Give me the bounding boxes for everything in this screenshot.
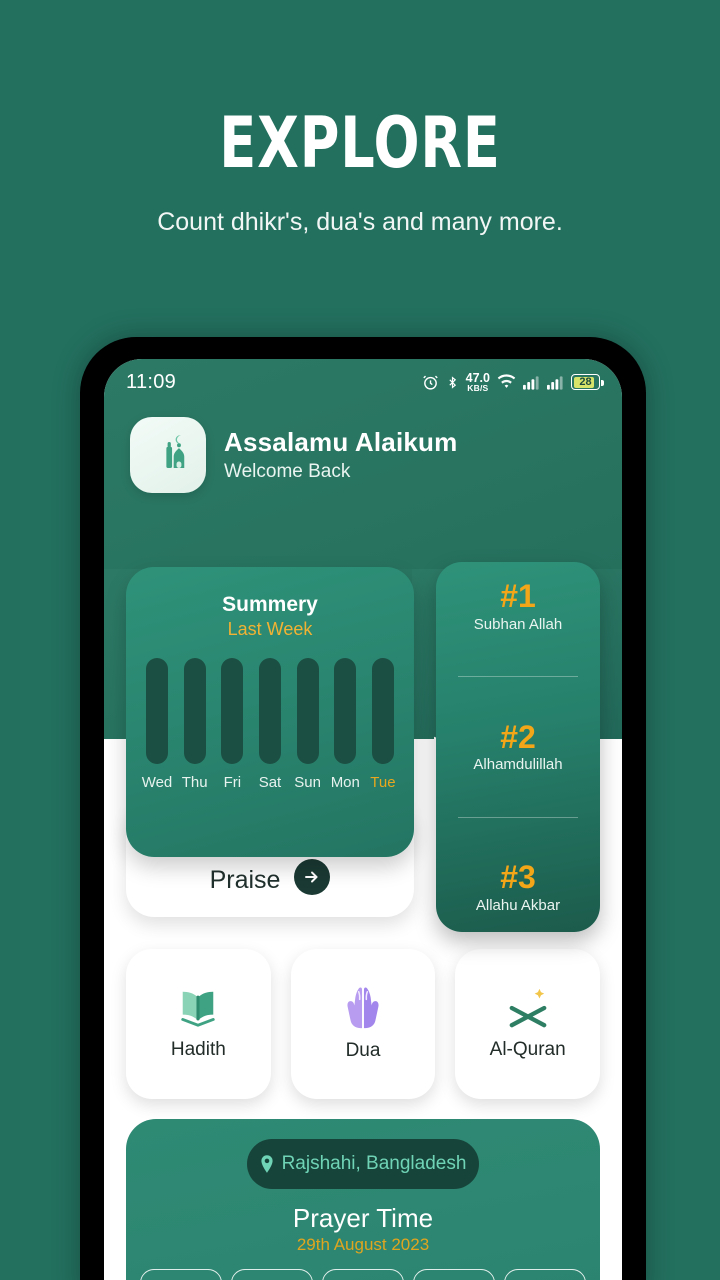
crescent-mosque-icon <box>148 433 185 477</box>
status-bar: 11:09 47.0 KB/S 28 <box>104 359 622 405</box>
rank-item[interactable]: #3 Allahu Akbar <box>444 861 592 914</box>
praying-hands-icon <box>347 987 379 1029</box>
summary-subtitle: Last Week <box>227 619 313 639</box>
open-book-icon <box>181 991 216 1027</box>
alarm-icon <box>422 375 438 390</box>
bar-track <box>221 658 244 764</box>
status-bar-time: 11:09 <box>126 370 177 393</box>
rank-item[interactable]: #1 Subhan Allah <box>444 578 592 633</box>
prayer-time-chip[interactable]: 7:42P <box>504 1269 586 1280</box>
day-label-highlighted: Tue <box>370 774 396 791</box>
day-label: Thu <box>181 774 208 791</box>
bar-track <box>146 658 168 764</box>
signal-bars-icon <box>523 375 539 390</box>
day-label: Fri <box>223 774 242 791</box>
tile-dua[interactable]: Dua <box>290 949 436 1099</box>
greeting-text: Assalamu Alaikum Welcome Back <box>224 427 457 483</box>
network-speed-unit: KB/S <box>467 383 489 393</box>
prayer-time-chip[interactable]: 12:08 <box>231 1269 313 1280</box>
rank-label: Allahu Akbar <box>475 896 561 914</box>
network-speed-indicator: 47.0 KB/S <box>466 371 490 393</box>
prayer-time-card: Rajshahi, Bangladesh Prayer Time 29th Au… <box>126 1119 600 1280</box>
bar-track <box>258 658 281 764</box>
day-label: Sun <box>294 774 321 791</box>
weekly-bar-chart <box>146 658 394 764</box>
summary-card[interactable]: Summery Last Week Wed Thu Fri Sat Sun Mo… <box>126 567 414 857</box>
rank-divider <box>458 816 578 818</box>
arrow-right-icon[interactable] <box>294 859 331 895</box>
rank-number: #2 <box>500 718 536 755</box>
app-logo <box>130 417 206 493</box>
prayer-time-date: 29th August 2023 <box>296 1235 430 1254</box>
wifi-icon <box>497 374 516 388</box>
summary-title: Summery <box>222 593 318 616</box>
prayer-time-chip[interactable]: 6:29P <box>413 1269 495 1280</box>
rank-number: #1 <box>500 578 536 614</box>
bluetooth-icon <box>449 375 456 389</box>
chart-x-axis-labels: Wed Thu Fri Sat Sun Mon Tue <box>140 774 400 791</box>
praise-label: Praise <box>209 866 281 894</box>
rank-divider <box>458 676 578 678</box>
rank-label: Alhamdulillah <box>473 756 563 774</box>
battery-level-label: 28 <box>579 376 592 388</box>
prayer-time-chip[interactable]: 4:27A <box>140 1269 222 1280</box>
promo-subtitle: Count dhikr's, dua's and many more. <box>157 208 563 236</box>
rank-item[interactable]: #2 Alhamdulillah <box>444 718 592 774</box>
promo-header: EXPLORE Count dhikr's, dua's and many mo… <box>0 0 720 237</box>
prayer-time-title: Prayer Time <box>292 1203 434 1233</box>
phone-screen: 11:09 47.0 KB/S 28 Assalamu Alaikum Welc… <box>104 359 622 1280</box>
greeting-title: Assalamu Alaikum <box>224 427 458 457</box>
tile-label: Hadith <box>170 1039 226 1060</box>
top-dhikr-ranking-card[interactable]: #1 Subhan Allah #2 Alhamdulillah #3 Alla… <box>436 562 600 932</box>
battery-icon: 28 <box>571 374 604 390</box>
tile-label: Dua <box>345 1040 381 1061</box>
feature-tiles: Hadith Dua Al-Quran <box>126 949 601 1099</box>
tile-hadith[interactable]: Hadith <box>126 949 271 1099</box>
greeting-section: Assalamu Alaikum Welcome Back <box>130 417 457 493</box>
bar-track <box>296 658 319 764</box>
tile-label: Al-Quran <box>489 1039 566 1060</box>
promo-title: EXPLORE <box>219 102 501 184</box>
rank-number: #3 <box>500 859 536 896</box>
tile-al-quran[interactable]: Al-Quran <box>455 949 601 1099</box>
day-label: Wed <box>141 774 173 791</box>
bar-track <box>371 658 394 764</box>
prayer-time-chip[interactable]: 3:35P <box>322 1269 404 1280</box>
day-label: Mon <box>330 774 360 791</box>
bar-track <box>334 658 357 764</box>
location-label: Rajshahi, Bangladesh <box>281 1153 467 1174</box>
map-pin-icon <box>260 1155 273 1173</box>
quran-rehal-icon <box>509 988 547 1028</box>
status-bar-icons: 47.0 KB/S 28 <box>422 371 604 393</box>
prayer-time-chips: 4:27A 12:08 3:35P 6:29P 7:42P <box>140 1269 586 1280</box>
day-label: Sat <box>258 774 282 791</box>
signal-bars-icon <box>547 375 563 390</box>
rank-label: Subhan Allah <box>473 615 563 633</box>
location-selector[interactable]: Rajshahi, Bangladesh <box>247 1139 479 1189</box>
phone-mockup-frame: 11:09 47.0 KB/S 28 Assalamu Alaikum Welc… <box>80 337 646 1280</box>
greeting-subtitle: Welcome Back <box>224 461 351 482</box>
bar-track <box>183 658 206 764</box>
